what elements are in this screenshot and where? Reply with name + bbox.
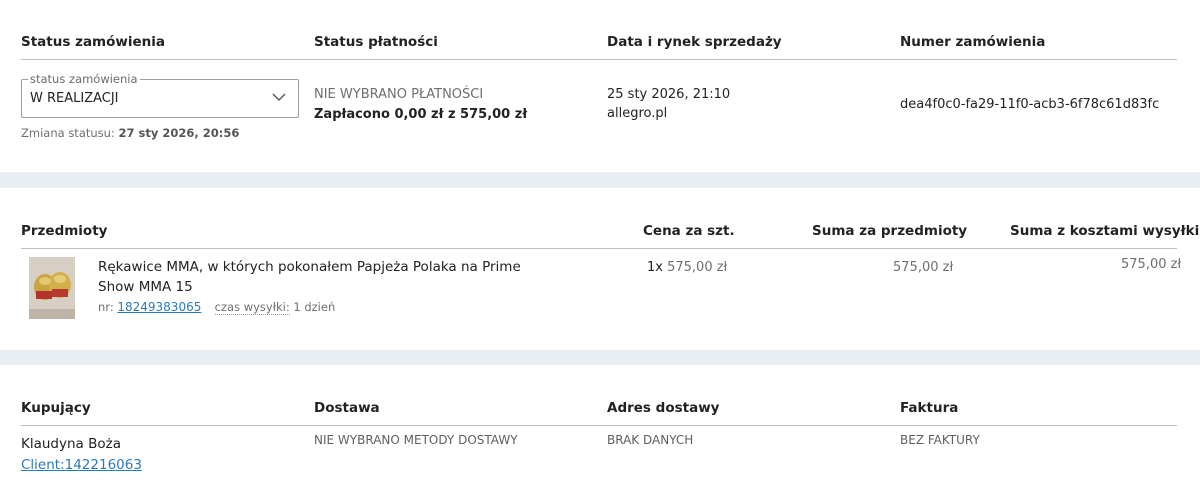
order-status-legend: status zamówienia <box>28 72 140 86</box>
shipping-time-label: czas wysyłki: <box>214 300 290 315</box>
item-meta: nr: 18249383065 czas wysyłki: 1 dzień <box>98 300 336 315</box>
address-header: Adres dostawy <box>607 400 720 416</box>
section-divider <box>0 172 1200 188</box>
delivery-value: NIE WYBRANO METODY DOSTAWY <box>314 433 518 447</box>
status-change-date: 27 sty 2026, 20:56 <box>118 126 240 140</box>
buyer-header-rule <box>21 425 1177 426</box>
order-info-section: Status zamówienia Status płatności Data … <box>0 0 1200 172</box>
product-thumbnail[interactable] <box>29 257 75 319</box>
buyer-name: Klaudyna Boża <box>21 436 121 452</box>
mma-gloves-image <box>29 257 75 319</box>
payment-paid-text: Zapłacono 0,00 zł z 575,00 zł <box>314 107 528 122</box>
unit-price-header: Cena za szt. <box>643 223 735 239</box>
item-nr-link[interactable]: 18249383065 <box>117 300 201 314</box>
delivery-header: Dostawa <box>314 400 380 416</box>
order-number-header: Numer zamówienia <box>900 34 1046 50</box>
item-unit-price: 1x 575,00 zł <box>647 260 727 275</box>
invoice-value: BEZ FAKTURY <box>900 433 980 447</box>
shipping-time-value: 1 dzień <box>293 300 336 314</box>
buyer-header: Kupujący <box>21 400 91 416</box>
order-status-select[interactable]: status zamówienia W REALIZACJI <box>21 72 299 118</box>
status-change-label: Zmiana statusu: <box>21 126 115 140</box>
item-qty: 1x <box>647 260 663 275</box>
items-header-rule <box>21 248 1177 249</box>
items-sum-header: Suma za przedmioty <box>812 223 968 239</box>
items-header: Przedmioty <box>21 223 108 239</box>
item-title-line2[interactable]: Show MMA 15 <box>98 279 193 295</box>
sale-date: 25 sty 2026, 21:10 <box>607 87 731 102</box>
status-change-info: Zmiana statusu: 27 sty 2026, 20:56 <box>21 126 239 140</box>
order-number: dea4f0c0-fa29-11f0-acb3-6f78c61d83fc <box>900 97 1160 112</box>
item-title-line1[interactable]: Rękawice MMA, w których pokonałem Papjeż… <box>98 259 521 275</box>
item-sum-shipping: 575,00 zł <box>1121 257 1182 272</box>
invoice-header: Faktura <box>900 400 959 416</box>
payment-status-text: NIE WYBRANO PŁATNOŚCI <box>314 87 484 102</box>
order-status-value: W REALIZACJI <box>30 91 119 106</box>
payment-status-header: Status płatności <box>314 34 438 50</box>
item-price: 575,00 zł <box>667 260 728 275</box>
header-rule <box>21 59 1177 60</box>
item-nr-label: nr: <box>98 300 114 314</box>
buyer-section: Kupujący Dostawa Adres dostawy Faktura K… <box>0 365 1200 489</box>
sale-date-header: Data i rynek sprzedaży <box>607 34 782 50</box>
chevron-down-icon <box>272 93 286 101</box>
address-value: BRAK DANYCH <box>607 433 694 447</box>
buyer-client-link[interactable]: Client:142216063 <box>21 457 142 473</box>
item-sum: 575,00 zł <box>893 260 954 275</box>
section-divider-2 <box>0 350 1200 365</box>
sale-market: allegro.pl <box>607 106 668 121</box>
shipping-sum-header: Suma z kosztami wysyłki <box>1010 223 1200 239</box>
order-status-header: Status zamówienia <box>21 34 165 50</box>
